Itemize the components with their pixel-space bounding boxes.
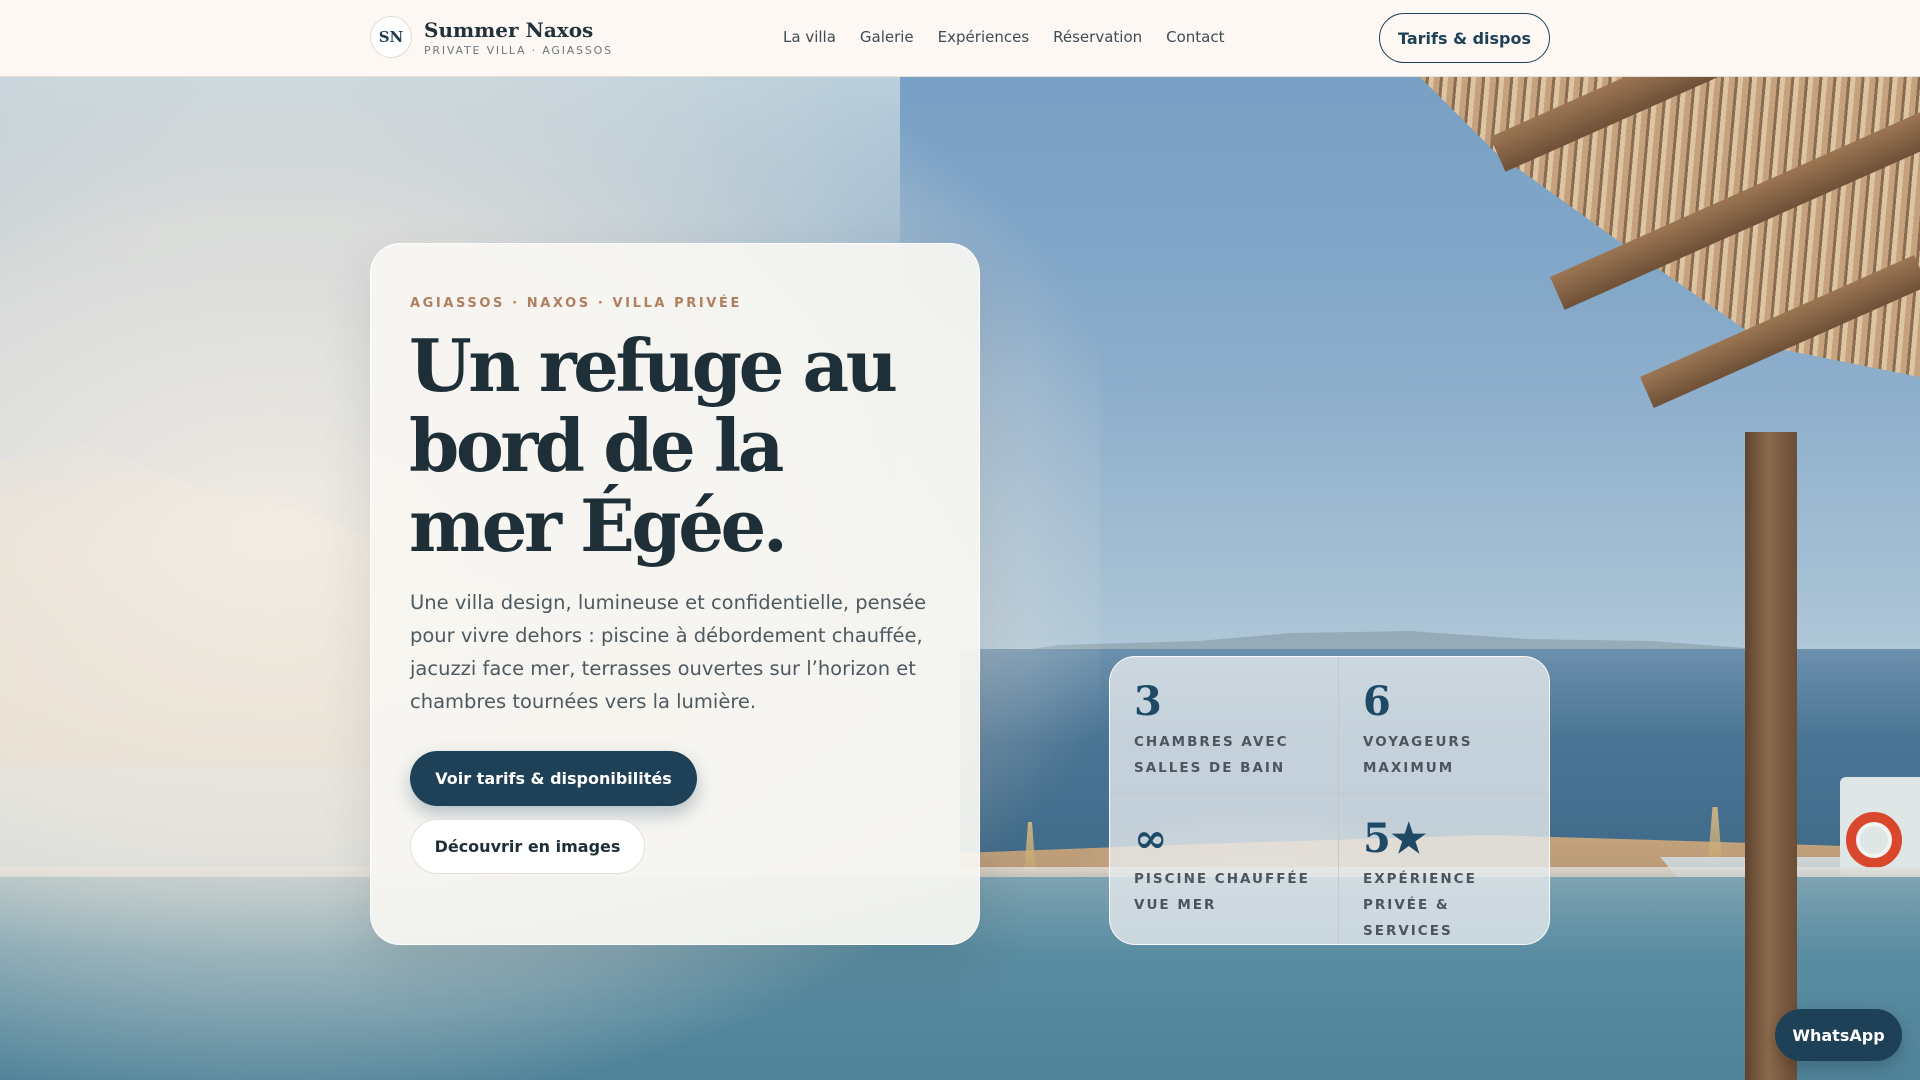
stat-value: ∞ xyxy=(1134,815,1168,862)
whatsapp-button[interactable]: WhatsApp xyxy=(1775,1009,1902,1061)
stat-experience: 5★ EXPÉRIENCE PRIVÉE & SERVICES xyxy=(1339,794,1549,944)
stat-value: 3 xyxy=(1134,678,1162,725)
life-ring-image xyxy=(1846,812,1902,868)
discover-images-button[interactable]: Découvrir en images xyxy=(410,819,645,874)
stat-label: EXPÉRIENCE PRIVÉE & SERVICES xyxy=(1363,871,1477,939)
brand-text: Summer Naxos PRIVATE VILLA · AGIASSOS xyxy=(424,18,613,57)
view-rates-button[interactable]: Voir tarifs & disponibilités xyxy=(410,751,697,806)
stat-label: PISCINE CHAUFFÉE VUE MER xyxy=(1134,871,1310,913)
nav-link-galerie[interactable]: Galerie xyxy=(860,28,914,46)
stat-pool: ∞ PISCINE CHAUFFÉE VUE MER xyxy=(1110,794,1339,944)
main-nav: La villa Galerie Expériences Réservation… xyxy=(783,28,1225,46)
nav-link-reservation[interactable]: Réservation xyxy=(1053,28,1142,46)
stat-guests: 6 VOYAGEURS MAXIMUM xyxy=(1339,657,1549,794)
site-header: SN Summer Naxos PRIVATE VILLA · AGIASSOS… xyxy=(0,0,1920,77)
rates-availability-button[interactable]: Tarifs & dispos xyxy=(1379,13,1550,63)
stats-card: 3 CHAMBRES AVEC SALLES DE BAIN 6 VOYAGEU… xyxy=(1109,656,1550,945)
stat-bedrooms: 3 CHAMBRES AVEC SALLES DE BAIN xyxy=(1110,657,1339,794)
nav-link-la-villa[interactable]: La villa xyxy=(783,28,836,46)
brand-tagline: PRIVATE VILLA · AGIASSOS xyxy=(424,43,613,57)
brand-logo-link[interactable]: SN Summer Naxos PRIVATE VILLA · AGIASSOS xyxy=(370,16,613,58)
brand-name: Summer Naxos xyxy=(424,17,594,42)
stat-value: 5★ xyxy=(1363,815,1427,862)
hero-card: AGIASSOS · NAXOS · VILLA PRIVÉE Un refug… xyxy=(370,243,980,945)
hero-eyebrow: AGIASSOS · NAXOS · VILLA PRIVÉE xyxy=(410,296,742,311)
stat-label: VOYAGEURS MAXIMUM xyxy=(1363,734,1473,776)
hero-headline: Un refuge au bord de la mer Égée. xyxy=(409,323,898,568)
stat-label: CHAMBRES AVEC SALLES DE BAIN xyxy=(1134,734,1289,776)
stat-value: 6 xyxy=(1363,678,1391,725)
nav-link-contact[interactable]: Contact xyxy=(1166,28,1224,46)
hero-description: Une villa design, lumineuse et confident… xyxy=(410,591,927,713)
nav-link-experiences[interactable]: Expériences xyxy=(938,28,1029,46)
logo-badge: SN xyxy=(370,16,412,58)
